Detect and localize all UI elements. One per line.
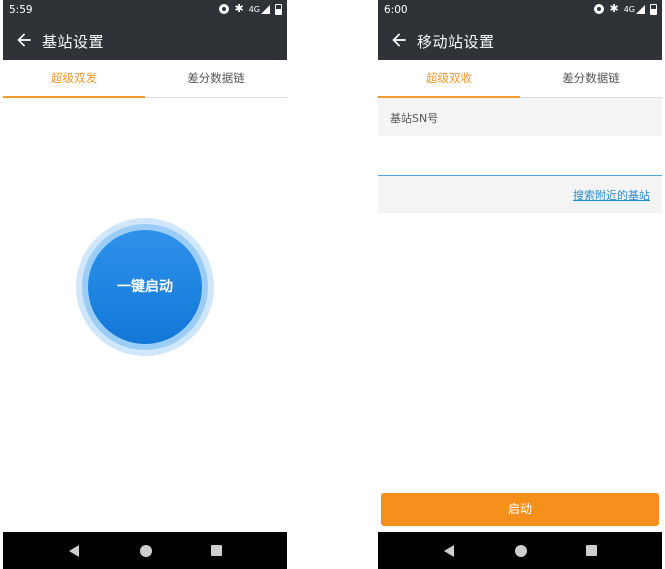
base-sn-input[interactable] [378,138,662,176]
tab-bar: 超级双发 差分数据链 [3,60,287,98]
bluetooth-icon: ✱ [234,2,244,15]
status-time: 5:59 [9,4,33,16]
app-bar: 移动站设置 [378,22,662,60]
one-key-start-button[interactable]: 一键启动 [88,230,202,344]
start-button[interactable]: 启动 [381,493,659,526]
nav-back-icon[interactable] [444,545,454,557]
page-title: 移动站设置 [417,33,495,51]
tab-bar: 超级双收 差分数据链 [378,60,662,98]
status-bar: 5:59 ✱ 4G [3,0,287,22]
base-sn-label: 基站SN号 [390,112,439,125]
sn-label-row: 基站SN号 [378,98,662,136]
status-icons: ✱ 4G [219,3,282,15]
status-bar: 6:00 ✱ 4G [378,0,662,22]
tab-super-dual-receive[interactable]: 超级双收 [378,60,520,97]
status-time: 6:00 [384,4,408,16]
search-row: 搜索附近的基站 [378,176,662,213]
tab-differential-data-link[interactable]: 差分数据链 [520,60,662,97]
nav-recents-icon[interactable] [211,545,222,556]
tab-super-dual-send[interactable]: 超级双发 [3,60,145,97]
battery-icon [650,3,657,15]
network-type: 4G [248,4,260,14]
system-nav-bar [378,532,662,569]
signal-icon: 4G [248,4,270,14]
signal-strength-icon [636,4,645,14]
arrow-left-icon[interactable] [14,30,34,50]
tab-differential-data-link[interactable]: 差分数据链 [145,60,287,97]
sn-input-wrap [378,136,662,176]
rover-station-screen: 6:00 ✱ 4G 移动站设置 超级双收 差分数据链 基站SN号 搜索附近的基站… [378,0,662,569]
base-station-screen: 5:59 ✱ 4G 基站设置 超级双发 差分数据链 一键启动 [3,0,287,569]
nav-home-icon[interactable] [140,545,152,557]
signal-strength-icon [261,4,270,14]
nav-back-icon[interactable] [69,545,79,557]
system-nav-bar [3,532,287,569]
data-saver-icon [219,4,230,14]
status-icons: ✱ 4G [594,3,657,15]
page-title: 基站设置 [42,33,105,51]
search-nearby-base-link[interactable]: 搜索附近的基站 [573,187,650,203]
arrow-left-icon[interactable] [389,30,409,50]
main-content: 一键启动 [3,98,287,532]
data-saver-icon [594,4,605,14]
nav-home-icon[interactable] [515,545,527,557]
nav-recents-icon[interactable] [586,545,597,556]
app-bar: 基站设置 [3,22,287,60]
main-content: 基站SN号 搜索附近的基站 启动 [378,98,662,532]
battery-icon [275,3,282,15]
signal-icon: 4G [623,4,645,14]
network-type: 4G [623,4,635,14]
bluetooth-icon: ✱ [609,2,619,15]
